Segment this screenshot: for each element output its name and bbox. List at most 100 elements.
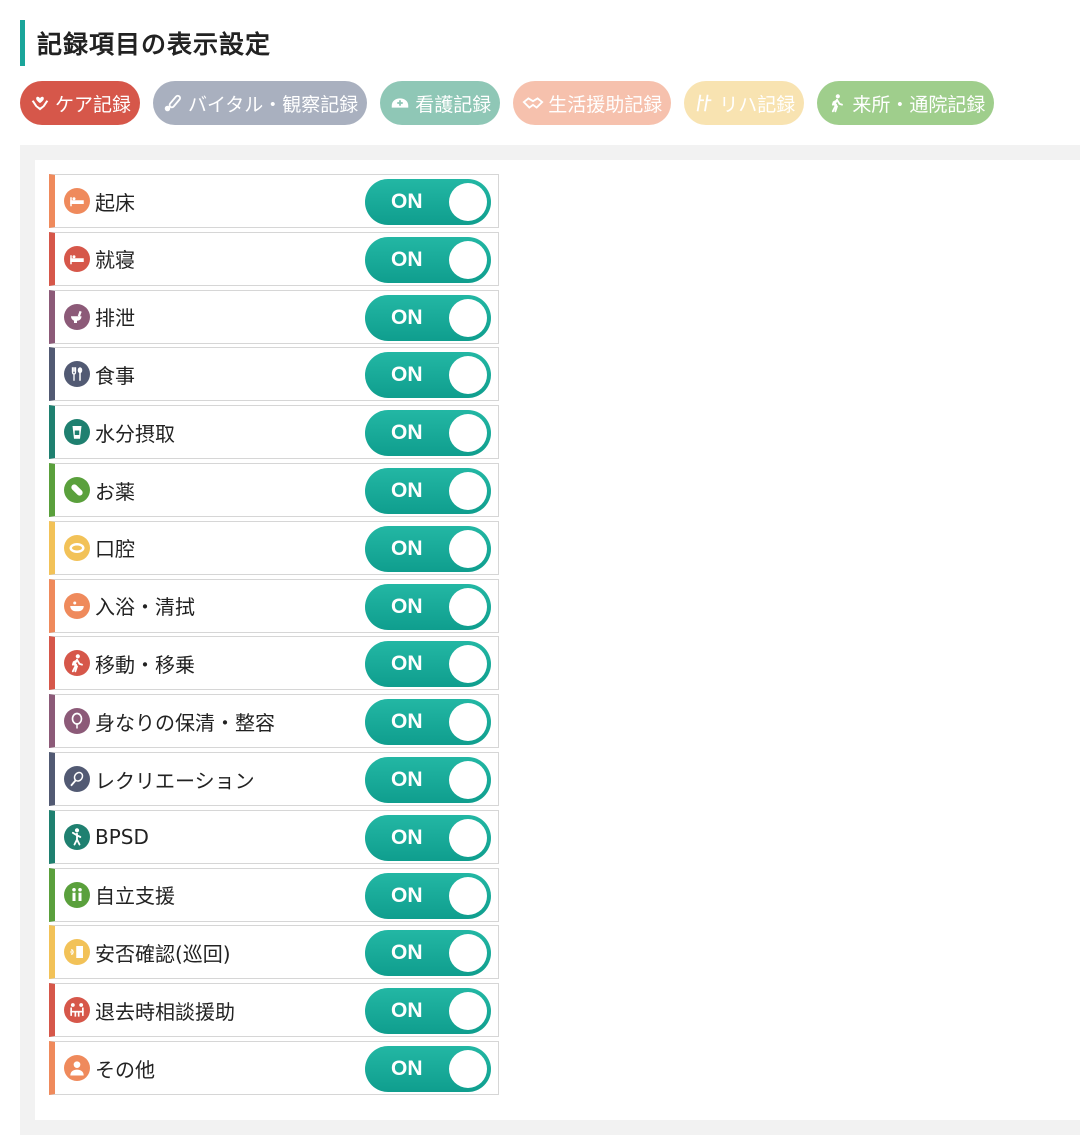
record-item-label: 排泄 xyxy=(95,306,135,331)
display-toggle[interactable]: ON xyxy=(365,294,491,341)
toggle-state-label: ON xyxy=(391,1057,423,1080)
toggle-knob xyxy=(449,414,487,453)
handshake-icon xyxy=(521,91,545,115)
record-item-row: 退去時相談援助 ON xyxy=(49,983,499,1038)
record-item-label: 水分摂取 xyxy=(95,421,175,446)
mouth-icon xyxy=(64,534,90,561)
record-item-row: 起床 ON xyxy=(49,174,499,228)
record-item-label: 自立支援 xyxy=(95,884,175,909)
tab-2[interactable]: バイタル・観察記録 xyxy=(153,81,368,125)
record-item-row: お薬 ON xyxy=(49,463,499,517)
walking-person-icon xyxy=(64,650,90,677)
record-item-label: 入浴・清拭 xyxy=(95,595,195,620)
record-category-tabs: ケア記録 バイタル・観察記録 看護記録 生活援助記録 リハ記録 来所・通院記録 xyxy=(20,81,1007,125)
toggle-state-label: ON xyxy=(391,768,423,791)
toggle-knob xyxy=(449,934,487,973)
thermometer-icon xyxy=(161,91,185,115)
toggle-state-label: ON xyxy=(391,883,423,907)
display-toggle[interactable]: ON xyxy=(365,757,491,803)
toggle-knob xyxy=(449,645,487,684)
record-item-row: 自立支援 ON xyxy=(49,867,499,922)
display-toggle[interactable]: ON xyxy=(365,872,491,919)
display-toggle[interactable]: ON xyxy=(365,352,491,399)
toggle-knob xyxy=(449,183,487,221)
tab-label: 来所・通院記録 xyxy=(852,93,986,116)
record-item-row: 排泄 ON xyxy=(49,289,499,344)
toggle-state-label: ON xyxy=(391,594,423,618)
care-hands-icon xyxy=(28,91,52,115)
toggle-knob xyxy=(449,356,487,395)
toggle-knob xyxy=(449,587,487,626)
page-title: 記録項目の表示設定 xyxy=(37,30,272,59)
two-people-icon xyxy=(64,881,90,908)
display-toggle[interactable]: ON xyxy=(365,930,491,977)
door-knock-icon xyxy=(64,939,90,966)
page-header: 記録項目の表示設定 xyxy=(20,20,271,66)
mirror-icon xyxy=(64,708,90,735)
tab-4[interactable]: 生活援助記録 xyxy=(513,81,672,125)
record-item-row: 安否確認(巡回) ON xyxy=(49,925,499,980)
toggle-state-label: ON xyxy=(391,247,423,271)
walking-person-icon xyxy=(825,91,849,115)
display-toggle[interactable]: ON xyxy=(365,814,491,861)
toggle-knob xyxy=(449,472,487,510)
display-toggle[interactable]: ON xyxy=(365,468,491,514)
toggle-knob xyxy=(449,761,487,799)
fork-spoon-icon xyxy=(64,361,90,388)
display-toggle[interactable]: ON xyxy=(365,236,491,283)
toggle-knob xyxy=(449,818,487,857)
tab-1[interactable]: ケア記録 xyxy=(20,81,141,125)
display-toggle[interactable]: ON xyxy=(365,988,491,1035)
settings-panel-inner: 起床 ON 就寝 ON 排泄 ON 食事 ON 水分摂取 ON お薬 ON 口腔 ON 入浴・清拭 ON 移動・… xyxy=(35,160,1080,1120)
toggle-state-label: ON xyxy=(391,536,423,560)
toggle-knob xyxy=(449,529,487,568)
toggle-knob xyxy=(449,1050,487,1088)
record-item-label: お薬 xyxy=(95,479,135,504)
record-item-row: 移動・移乗 ON xyxy=(49,636,499,691)
record-item-row: BPSD ON xyxy=(49,809,499,864)
record-item-row: 食事 ON xyxy=(49,347,499,402)
tab-5[interactable]: リハ記録 xyxy=(684,81,805,125)
toggle-knob xyxy=(449,876,487,915)
record-item-row: レクリエーション ON xyxy=(49,752,499,806)
record-item-label: 安否確認(巡回) xyxy=(95,941,231,966)
toggle-knob xyxy=(449,703,487,742)
display-toggle[interactable]: ON xyxy=(365,1046,491,1092)
record-item-label: 就寝 xyxy=(95,248,135,273)
record-item-label: レクリエーション xyxy=(95,768,255,793)
consultation-icon xyxy=(64,997,90,1024)
tab-6[interactable]: 来所・通院記録 xyxy=(817,81,995,125)
display-toggle[interactable]: ON xyxy=(365,525,491,572)
display-toggle[interactable]: ON xyxy=(365,179,491,225)
toggle-state-label: ON xyxy=(391,363,423,387)
toggle-state-label: ON xyxy=(391,305,423,329)
title-accent-bar xyxy=(20,20,25,66)
bathtub-icon xyxy=(64,592,90,619)
bed-icon xyxy=(64,245,90,272)
tab-3[interactable]: 看護記録 xyxy=(380,81,501,125)
toggle-state-label: ON xyxy=(391,999,423,1023)
toggle-state-label: ON xyxy=(391,825,423,849)
record-item-label: その他 xyxy=(95,1057,155,1082)
tab-label: 看護記録 xyxy=(415,93,492,116)
toggle-knob xyxy=(449,298,487,337)
toilet-icon xyxy=(64,303,90,330)
pill-icon xyxy=(64,477,90,503)
display-toggle[interactable]: ON xyxy=(365,583,491,630)
toggle-knob xyxy=(449,992,487,1031)
crutch-icon xyxy=(692,91,716,115)
toggle-state-label: ON xyxy=(391,421,423,445)
record-item-label: 口腔 xyxy=(95,537,135,562)
tab-label: バイタル・観察記録 xyxy=(188,93,359,116)
display-toggle[interactable]: ON xyxy=(365,410,491,457)
record-item-row: 身なりの保清・整容 ON xyxy=(49,694,499,749)
record-item-label: 食事 xyxy=(95,363,135,388)
toggle-state-label: ON xyxy=(391,710,423,734)
record-item-label: BPSD xyxy=(95,824,149,849)
display-toggle[interactable]: ON xyxy=(365,641,491,688)
display-toggle[interactable]: ON xyxy=(365,699,491,746)
bed-icon xyxy=(64,188,90,214)
tab-label: 生活援助記録 xyxy=(548,93,663,116)
toggle-state-label: ON xyxy=(391,941,423,965)
racket-icon xyxy=(64,766,90,792)
